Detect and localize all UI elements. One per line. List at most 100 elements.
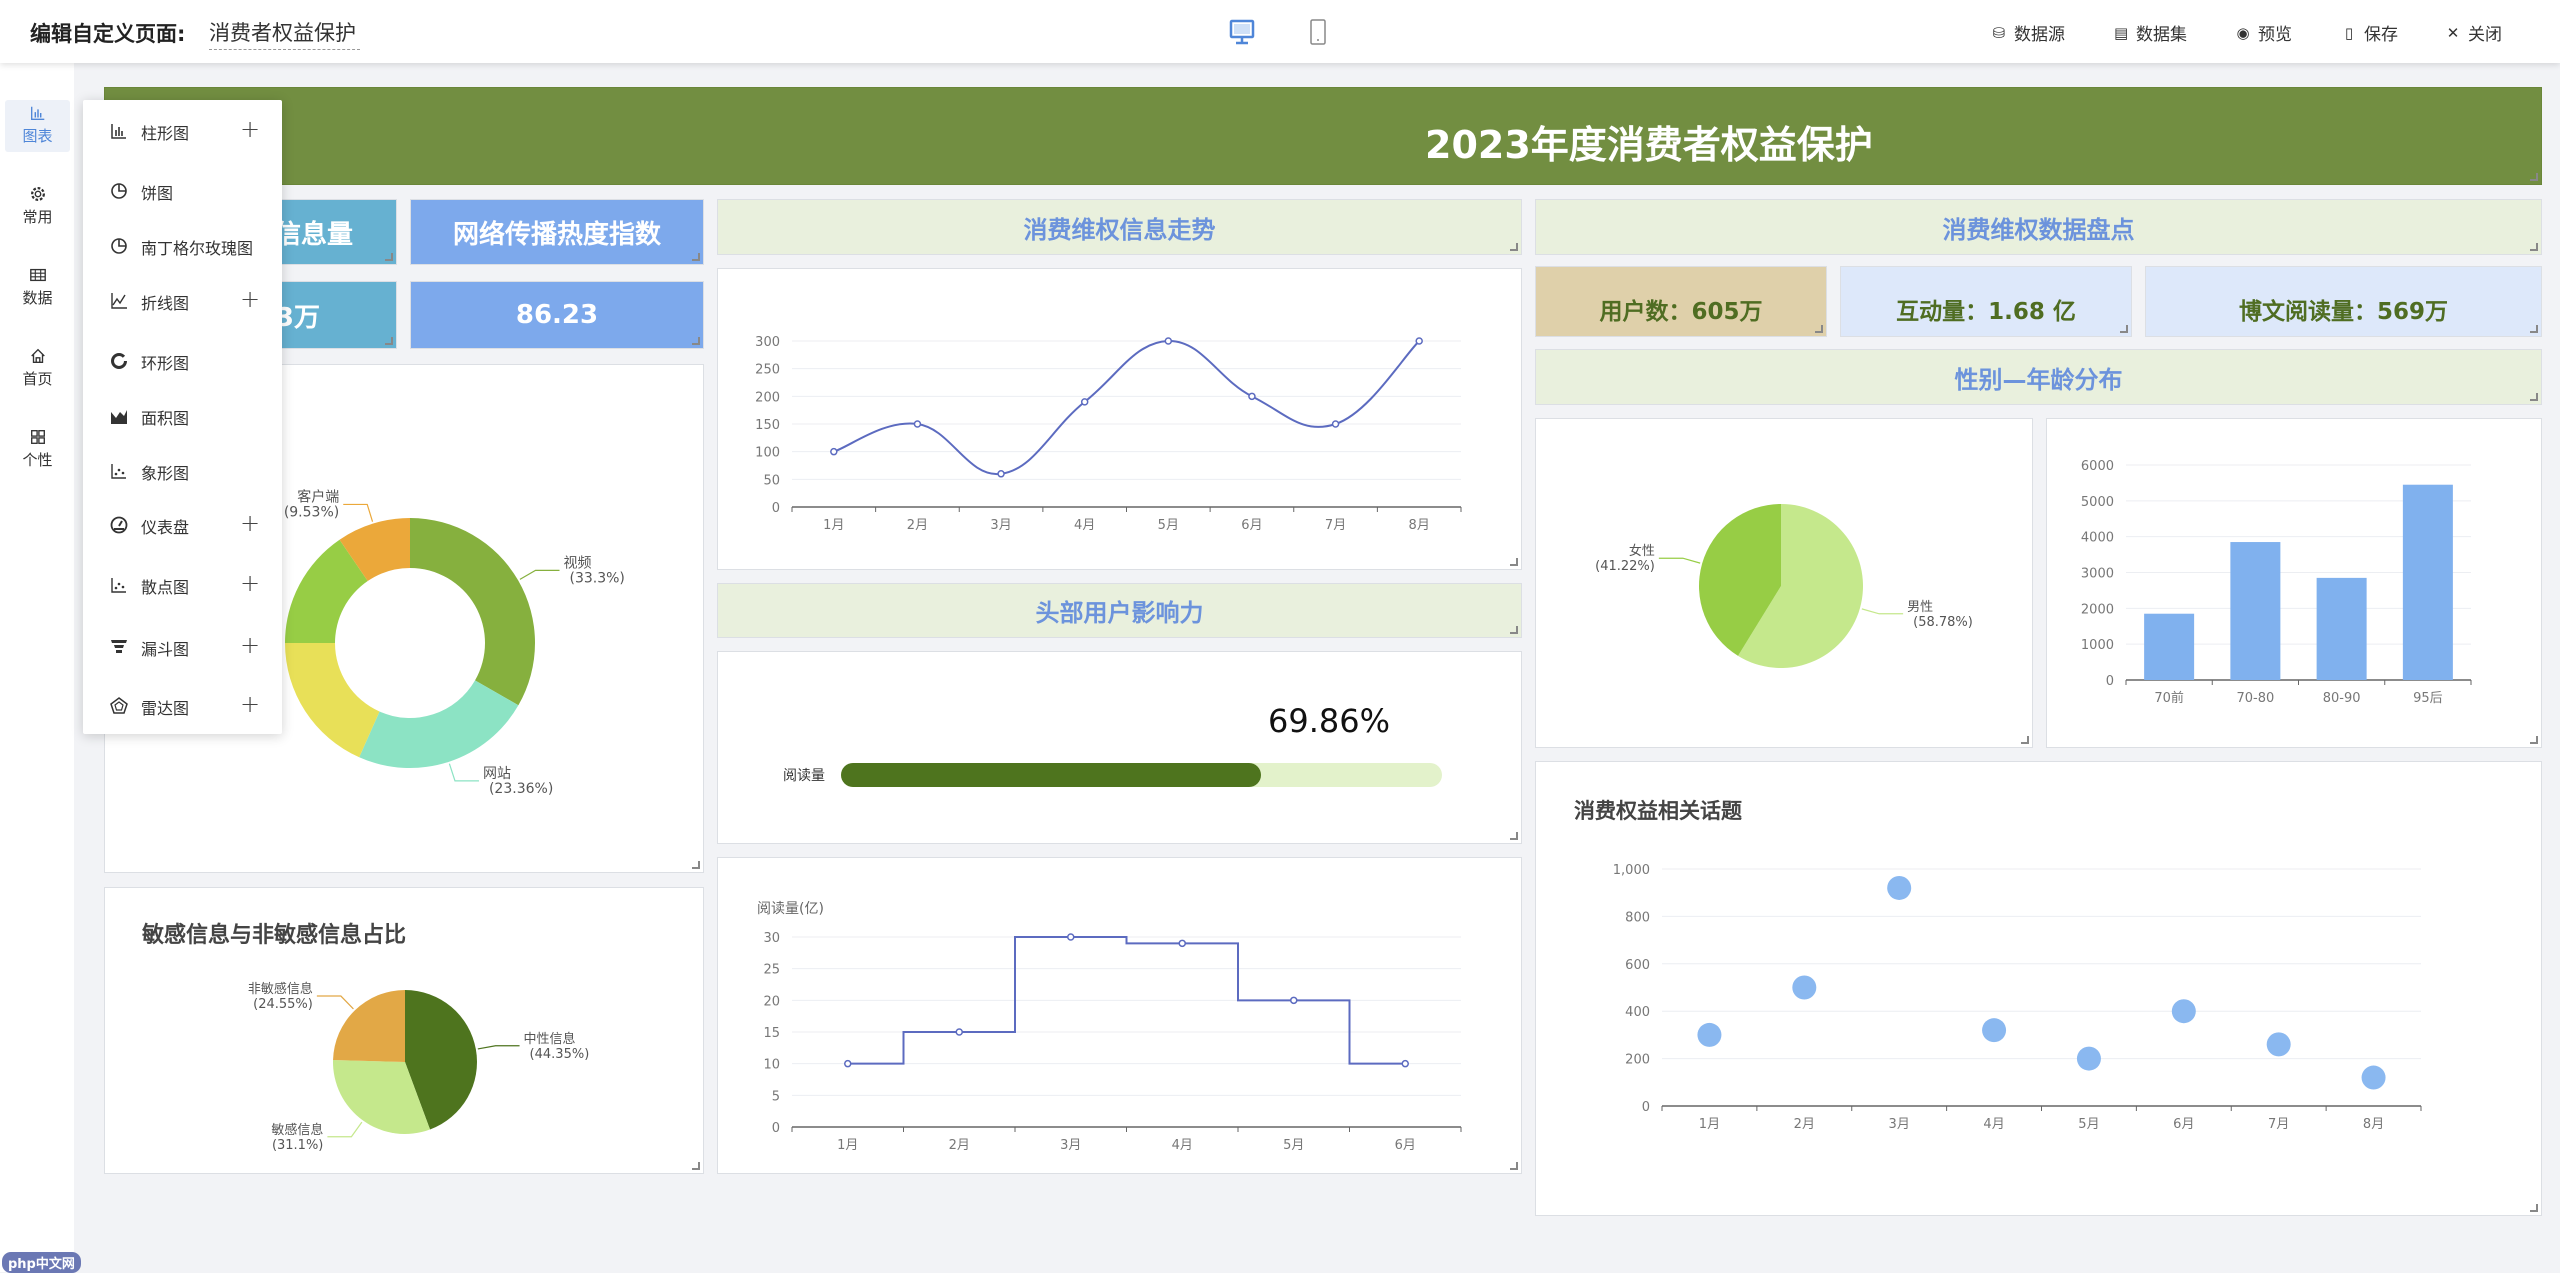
gender-pie-panel[interactable]: 男性 (58.78%) 女性 (41.22%) (1535, 418, 2033, 748)
y-tick-label: 20 (763, 994, 780, 1009)
kpi-value: 86.23 (515, 300, 599, 330)
action-label: 关闭 (2468, 25, 2502, 45)
pie-label-name: 男性 (1907, 600, 1933, 615)
desktop-view-button[interactable] (1229, 18, 1255, 46)
age-bar-panel[interactable]: 0 1000 2000 3000 4000 5000 6000 70前 70-80 80-90 95… (2046, 418, 2542, 748)
menu-item-gauge[interactable]: 仪表盘 + (83, 505, 282, 545)
line-point (913, 420, 922, 428)
kpi-tile-heat-value[interactable]: 86.23 (410, 281, 704, 349)
kpi-users[interactable]: 用户数：605万 (1535, 266, 1827, 337)
pie-label-line (477, 1045, 520, 1050)
section-title-text: 头部用户影响力 (1035, 599, 1204, 627)
menu-item-donut[interactable]: 环形图 (83, 341, 282, 381)
page-name-input[interactable]: 消费者权益保护 (209, 17, 360, 50)
rail-item-label: 图表 (22, 127, 53, 145)
rail-item-apps[interactable]: 个性 (5, 424, 70, 476)
header-action-close[interactable]: ✕ 关闭 (2446, 20, 2502, 46)
banner-title: 2023年度消费者权益保护 (1425, 123, 1873, 167)
rail-item-table-grid[interactable]: 数据 (5, 262, 70, 314)
menu-item-scatter[interactable]: 散点图 + (83, 565, 282, 605)
rail-item-gear[interactable]: 常用 (5, 181, 70, 233)
database-icon: ⛁ (1992, 23, 2006, 42)
menu-item-area-chart[interactable]: 面积图 (83, 396, 282, 436)
trend-line-panel[interactable]: 0 50 100 150 200 250 300 1月 2月 3月 4月 5月 6月 7月 8月 (717, 268, 1522, 570)
action-label: 数据集 (2136, 25, 2187, 45)
sensitive-pie-chart: 敏感信息与非敏感信息占比中性信息(44.35%) 敏感信息(31.1%) 非敏感信息… (141, 922, 590, 1153)
expand-plus-icon[interactable]: + (240, 115, 260, 143)
step-point (1178, 939, 1186, 948)
rail-item-label: 个性 (22, 451, 53, 469)
expand-plus-icon[interactable]: + (240, 631, 260, 659)
header-action-dataset[interactable]: ▤ 数据集 (2114, 20, 2187, 46)
kpi-label: 网络传播热度指数 (452, 219, 661, 250)
section-title-inventory[interactable]: 消费维权数据盘点 (1535, 199, 2542, 255)
header-action-database[interactable]: ⛁ 数据源 (1992, 20, 2065, 46)
x-tick-label: 2月 (1794, 1117, 1815, 1132)
menu-item-label: 雷达图 (141, 699, 190, 718)
pie-label-percent: (44.35%) (530, 1047, 590, 1062)
line-point (1415, 337, 1423, 345)
header-action-eye[interactable]: ◉ 预览 (2236, 20, 2292, 46)
scatter-point (2171, 999, 2196, 1024)
section-title-influence[interactable]: 头部用户影响力 (717, 583, 1522, 638)
kpi-tile-heat-label[interactable]: 网络传播热度指数 (410, 199, 704, 265)
pie-label-line (327, 1121, 363, 1138)
bar (2144, 613, 2195, 680)
x-tick-label: 80-90 (2323, 691, 2361, 706)
rail-item-home[interactable]: 首页 (5, 343, 70, 395)
menu-item-bar-chart[interactable]: 柱形图 + (83, 111, 282, 151)
y-tick-label: 30 (763, 931, 780, 946)
pie-label-line (1861, 608, 1904, 615)
section-title-trend[interactable]: 消费维权信息走势 (717, 199, 1522, 255)
mobile-icon (1310, 19, 1326, 45)
kpi-reads[interactable]: 博文阅读量：569万 (2145, 266, 2542, 337)
y-tick-label: 50 (763, 473, 780, 488)
menu-item-scatter[interactable]: 象形图 (83, 451, 282, 491)
chart-type-menu: 柱形图 + 饼图南丁格尔玫瑰图折线图 + 环形图面积图象形图仪表盘 + 散点图 + 漏斗图 + 雷达… (83, 100, 282, 734)
pie-label-name: 网站 (483, 766, 511, 782)
rail-item-bar-chart[interactable]: 图表 (5, 100, 70, 152)
menu-item-label: 折线图 (141, 294, 190, 313)
menu-item-label: 象形图 (141, 464, 190, 483)
expand-plus-icon[interactable]: + (240, 690, 260, 718)
pie-label-percent: (41.22%) (1595, 559, 1655, 574)
mobile-view-button[interactable] (1307, 18, 1333, 46)
scatter-point (1697, 1022, 1722, 1047)
close-icon: ✕ (2446, 23, 2460, 42)
pie-label-name: 视频 (563, 555, 591, 571)
menu-item-pie-chart[interactable]: 饼图 (83, 171, 282, 211)
menu-item-pie-chart[interactable]: 南丁格尔玫瑰图 (83, 226, 282, 266)
kpi-text: 互动量：1.68 亿 (1896, 298, 2076, 325)
kpi-interactions[interactable]: 互动量：1.68 亿 (1840, 266, 2132, 337)
menu-item-label: 面积图 (141, 409, 190, 428)
expand-plus-icon[interactable]: + (240, 285, 260, 313)
y-tick-label: 100 (755, 446, 780, 461)
scatter-point (2076, 1046, 2101, 1071)
banner[interactable]: 2023年度消费者权益保护 (104, 87, 2542, 185)
section-title-text: 消费维权信息走势 (1023, 215, 1216, 244)
expand-plus-icon[interactable]: + (240, 569, 260, 597)
scatter-point (1982, 1018, 2007, 1043)
page-title-label: 编辑自定义页面: (30, 22, 186, 46)
pie-label-name: 中性信息 (524, 1031, 576, 1047)
line-point (1331, 420, 1340, 428)
topics-scatter-panel[interactable]: 消费权益相关话题 0 200 400 600 800 1,000 1月 2月 3月 4月 5月 6月 7月… (1535, 761, 2542, 1216)
area-chart-icon (111, 410, 127, 424)
expand-plus-icon[interactable]: + (240, 509, 260, 537)
scatter-point (2266, 1032, 2291, 1057)
pie-label-name: 非敏感信息 (248, 981, 313, 997)
menu-item-radar[interactable]: 雷达图 + (83, 686, 282, 726)
y-tick-label: 15 (763, 1026, 780, 1041)
pie-label-line (1658, 557, 1701, 564)
reading-step-panel[interactable]: 0 5 10 15 20 25 30 1月 2月 3月 4月 5月 6月 阅读量(亿) (717, 857, 1522, 1174)
menu-item-line-chart[interactable]: 折线图 + (83, 281, 282, 321)
line-point (1248, 392, 1256, 401)
progress-panel[interactable]: 69.86% 阅读量 (717, 651, 1522, 844)
sensitive-pie-panel[interactable]: 敏感信息与非敏感信息占比 中性信息 (44.35%) 敏感信息 (31.1%) 非敏感信息… (104, 887, 704, 1174)
step-point (1067, 933, 1075, 941)
section-title-gender-age[interactable]: 性别—年龄分布 (1535, 349, 2542, 405)
funnel-icon (111, 640, 127, 653)
menu-item-funnel[interactable]: 漏斗图 + (83, 627, 282, 667)
header-action-save[interactable]: ▯ 保存 (2342, 20, 2398, 46)
x-tick-label: 7月 (2268, 1117, 2289, 1132)
